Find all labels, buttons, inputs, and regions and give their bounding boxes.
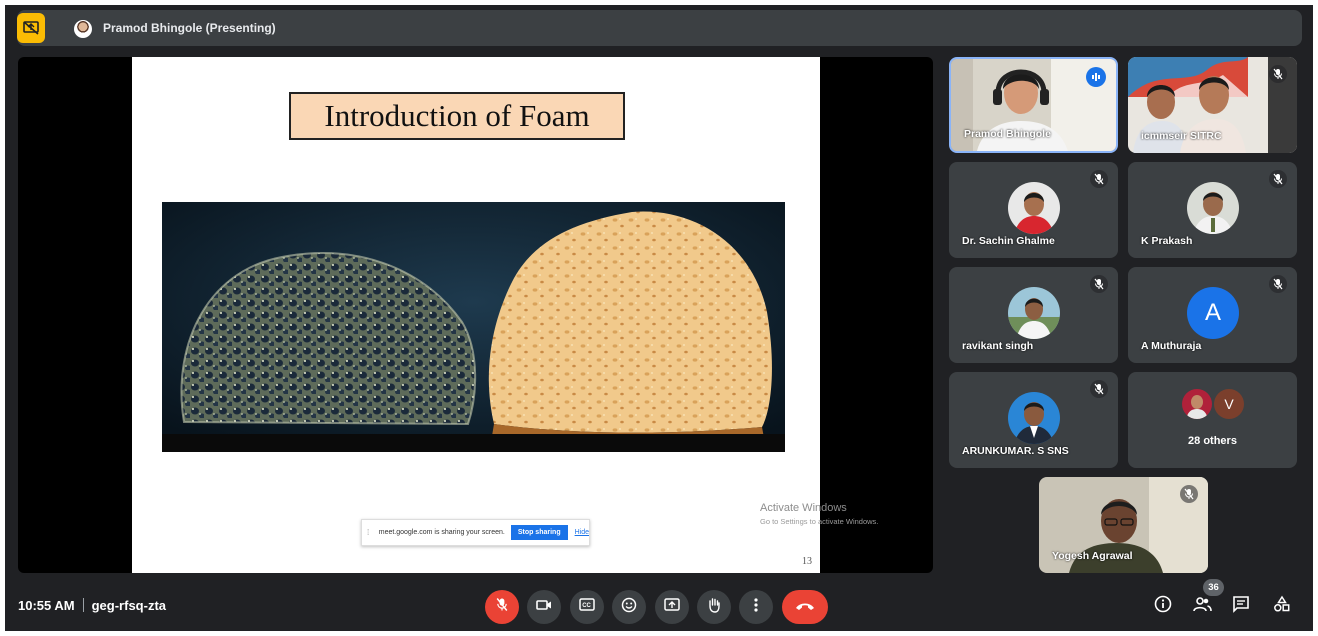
meet-window: Pramod Bhingole (Presenting) Introductio… bbox=[5, 5, 1313, 631]
captions-button[interactable]: CC bbox=[570, 590, 604, 624]
stop-sharing-button[interactable]: Stop sharing bbox=[510, 525, 568, 540]
participant-name: Pramod Bhingole bbox=[964, 128, 1051, 140]
mic-off-icon bbox=[1090, 170, 1108, 188]
svg-text:CC: CC bbox=[582, 603, 591, 609]
people-count-badge: 36 bbox=[1203, 579, 1224, 596]
mic-off-icon bbox=[1269, 275, 1287, 293]
leave-call-button[interactable] bbox=[782, 590, 828, 624]
presentation-stage: Introduction of Foam ⁞ meet.google.com i… bbox=[18, 57, 933, 573]
drag-handle-icon[interactable]: ⁞ bbox=[367, 528, 375, 537]
meeting-info-button[interactable] bbox=[1151, 594, 1175, 618]
activate-windows-watermark: Activate Windows bbox=[760, 502, 847, 514]
camera-icon bbox=[536, 598, 552, 616]
participant-tile[interactable]: ravikant singh bbox=[949, 267, 1118, 363]
smiley-icon bbox=[621, 597, 637, 618]
info-icon bbox=[1154, 595, 1172, 618]
participant-name: ARUNKUMAR. S SNS bbox=[962, 445, 1069, 457]
screen-share-notice: ⁞ meet.google.com is sharing your screen… bbox=[361, 519, 590, 546]
clock-time: 10:55 AM bbox=[18, 598, 75, 613]
participant-name: K Prakash bbox=[1141, 235, 1193, 247]
present-screen-icon bbox=[664, 597, 680, 617]
slide-page-number: 13 bbox=[802, 556, 812, 567]
participant-tile[interactable]: icmmseir SITRC bbox=[1128, 57, 1297, 153]
mic-off-icon bbox=[496, 597, 508, 617]
participant-name: icmmseir SITRC bbox=[1141, 130, 1222, 142]
participant-tile[interactable]: K Prakash bbox=[1128, 162, 1297, 258]
more-options-button[interactable] bbox=[739, 590, 773, 624]
mic-toggle-button[interactable] bbox=[485, 590, 519, 624]
participant-initial-avatar: V bbox=[1214, 389, 1244, 419]
activities-button[interactable] bbox=[1270, 594, 1294, 618]
participant-tile[interactable]: ARUNKUMAR. S SNS bbox=[949, 372, 1118, 468]
more-vert-icon bbox=[754, 597, 758, 617]
participant-avatar bbox=[1187, 182, 1239, 234]
meeting-details[interactable]: 10:55 AM geg-rfsq-zta bbox=[18, 598, 166, 613]
self-view-tile[interactable]: Yogesh Agrawal bbox=[1039, 477, 1208, 573]
activate-windows-subtext: Go to Settings to activate Windows. bbox=[760, 517, 879, 526]
hide-notice-link[interactable]: Hide bbox=[575, 529, 589, 536]
divider bbox=[82, 598, 84, 612]
participant-avatar bbox=[1008, 287, 1060, 339]
closed-captions-icon: CC bbox=[579, 598, 595, 616]
participant-name: Yogesh Agrawal bbox=[1052, 550, 1133, 562]
present-off-icon[interactable] bbox=[17, 13, 45, 43]
reactions-button[interactable] bbox=[612, 590, 646, 624]
mic-off-icon bbox=[1269, 65, 1287, 83]
participant-name: ravikant singh bbox=[962, 340, 1034, 352]
others-count-label: 28 others bbox=[1188, 435, 1237, 447]
mic-off-icon bbox=[1090, 275, 1108, 293]
share-notice-text: meet.google.com is sharing your screen. bbox=[378, 529, 505, 536]
participant-tile[interactable]: A A Muthuraja bbox=[1128, 267, 1297, 363]
camera-toggle-button[interactable] bbox=[527, 590, 561, 624]
others-tile[interactable]: V 28 others bbox=[1128, 372, 1297, 468]
mic-off-icon bbox=[1090, 380, 1108, 398]
activities-icon bbox=[1273, 595, 1291, 618]
people-icon bbox=[1192, 596, 1212, 617]
hand-icon bbox=[707, 597, 721, 618]
slide-title: Introduction of Foam bbox=[289, 92, 625, 140]
mic-off-icon bbox=[1180, 485, 1198, 503]
participant-avatar bbox=[1182, 389, 1212, 419]
participant-tile[interactable]: Dr. Sachin Ghalme bbox=[949, 162, 1118, 258]
present-screen-button[interactable] bbox=[655, 590, 689, 624]
mic-off-icon bbox=[1269, 170, 1287, 188]
presenter-avatar bbox=[74, 20, 92, 38]
presenter-title: Pramod Bhingole (Presenting) bbox=[103, 21, 276, 35]
raise-hand-button[interactable] bbox=[697, 590, 731, 624]
participant-name: Dr. Sachin Ghalme bbox=[962, 235, 1055, 247]
chat-button[interactable] bbox=[1229, 594, 1253, 618]
chat-icon bbox=[1232, 595, 1250, 618]
participant-initial-avatar: A bbox=[1187, 287, 1239, 339]
shared-slide: Introduction of Foam ⁞ meet.google.com i… bbox=[132, 57, 820, 573]
bottom-control-bar: 10:55 AM geg-rfsq-zta CC 36 bbox=[0, 579, 1318, 630]
foam-photo bbox=[162, 202, 785, 452]
participant-tile[interactable]: Pramod Bhingole bbox=[949, 57, 1118, 153]
participant-name: A Muthuraja bbox=[1141, 340, 1202, 352]
speaking-indicator-icon bbox=[1086, 67, 1106, 87]
participant-avatar bbox=[1008, 392, 1060, 444]
hang-up-icon bbox=[795, 598, 815, 616]
participant-avatar bbox=[1008, 182, 1060, 234]
people-button[interactable] bbox=[1190, 594, 1214, 618]
meeting-code: geg-rfsq-zta bbox=[91, 598, 166, 613]
presenting-bar: Pramod Bhingole (Presenting) bbox=[17, 10, 1302, 46]
